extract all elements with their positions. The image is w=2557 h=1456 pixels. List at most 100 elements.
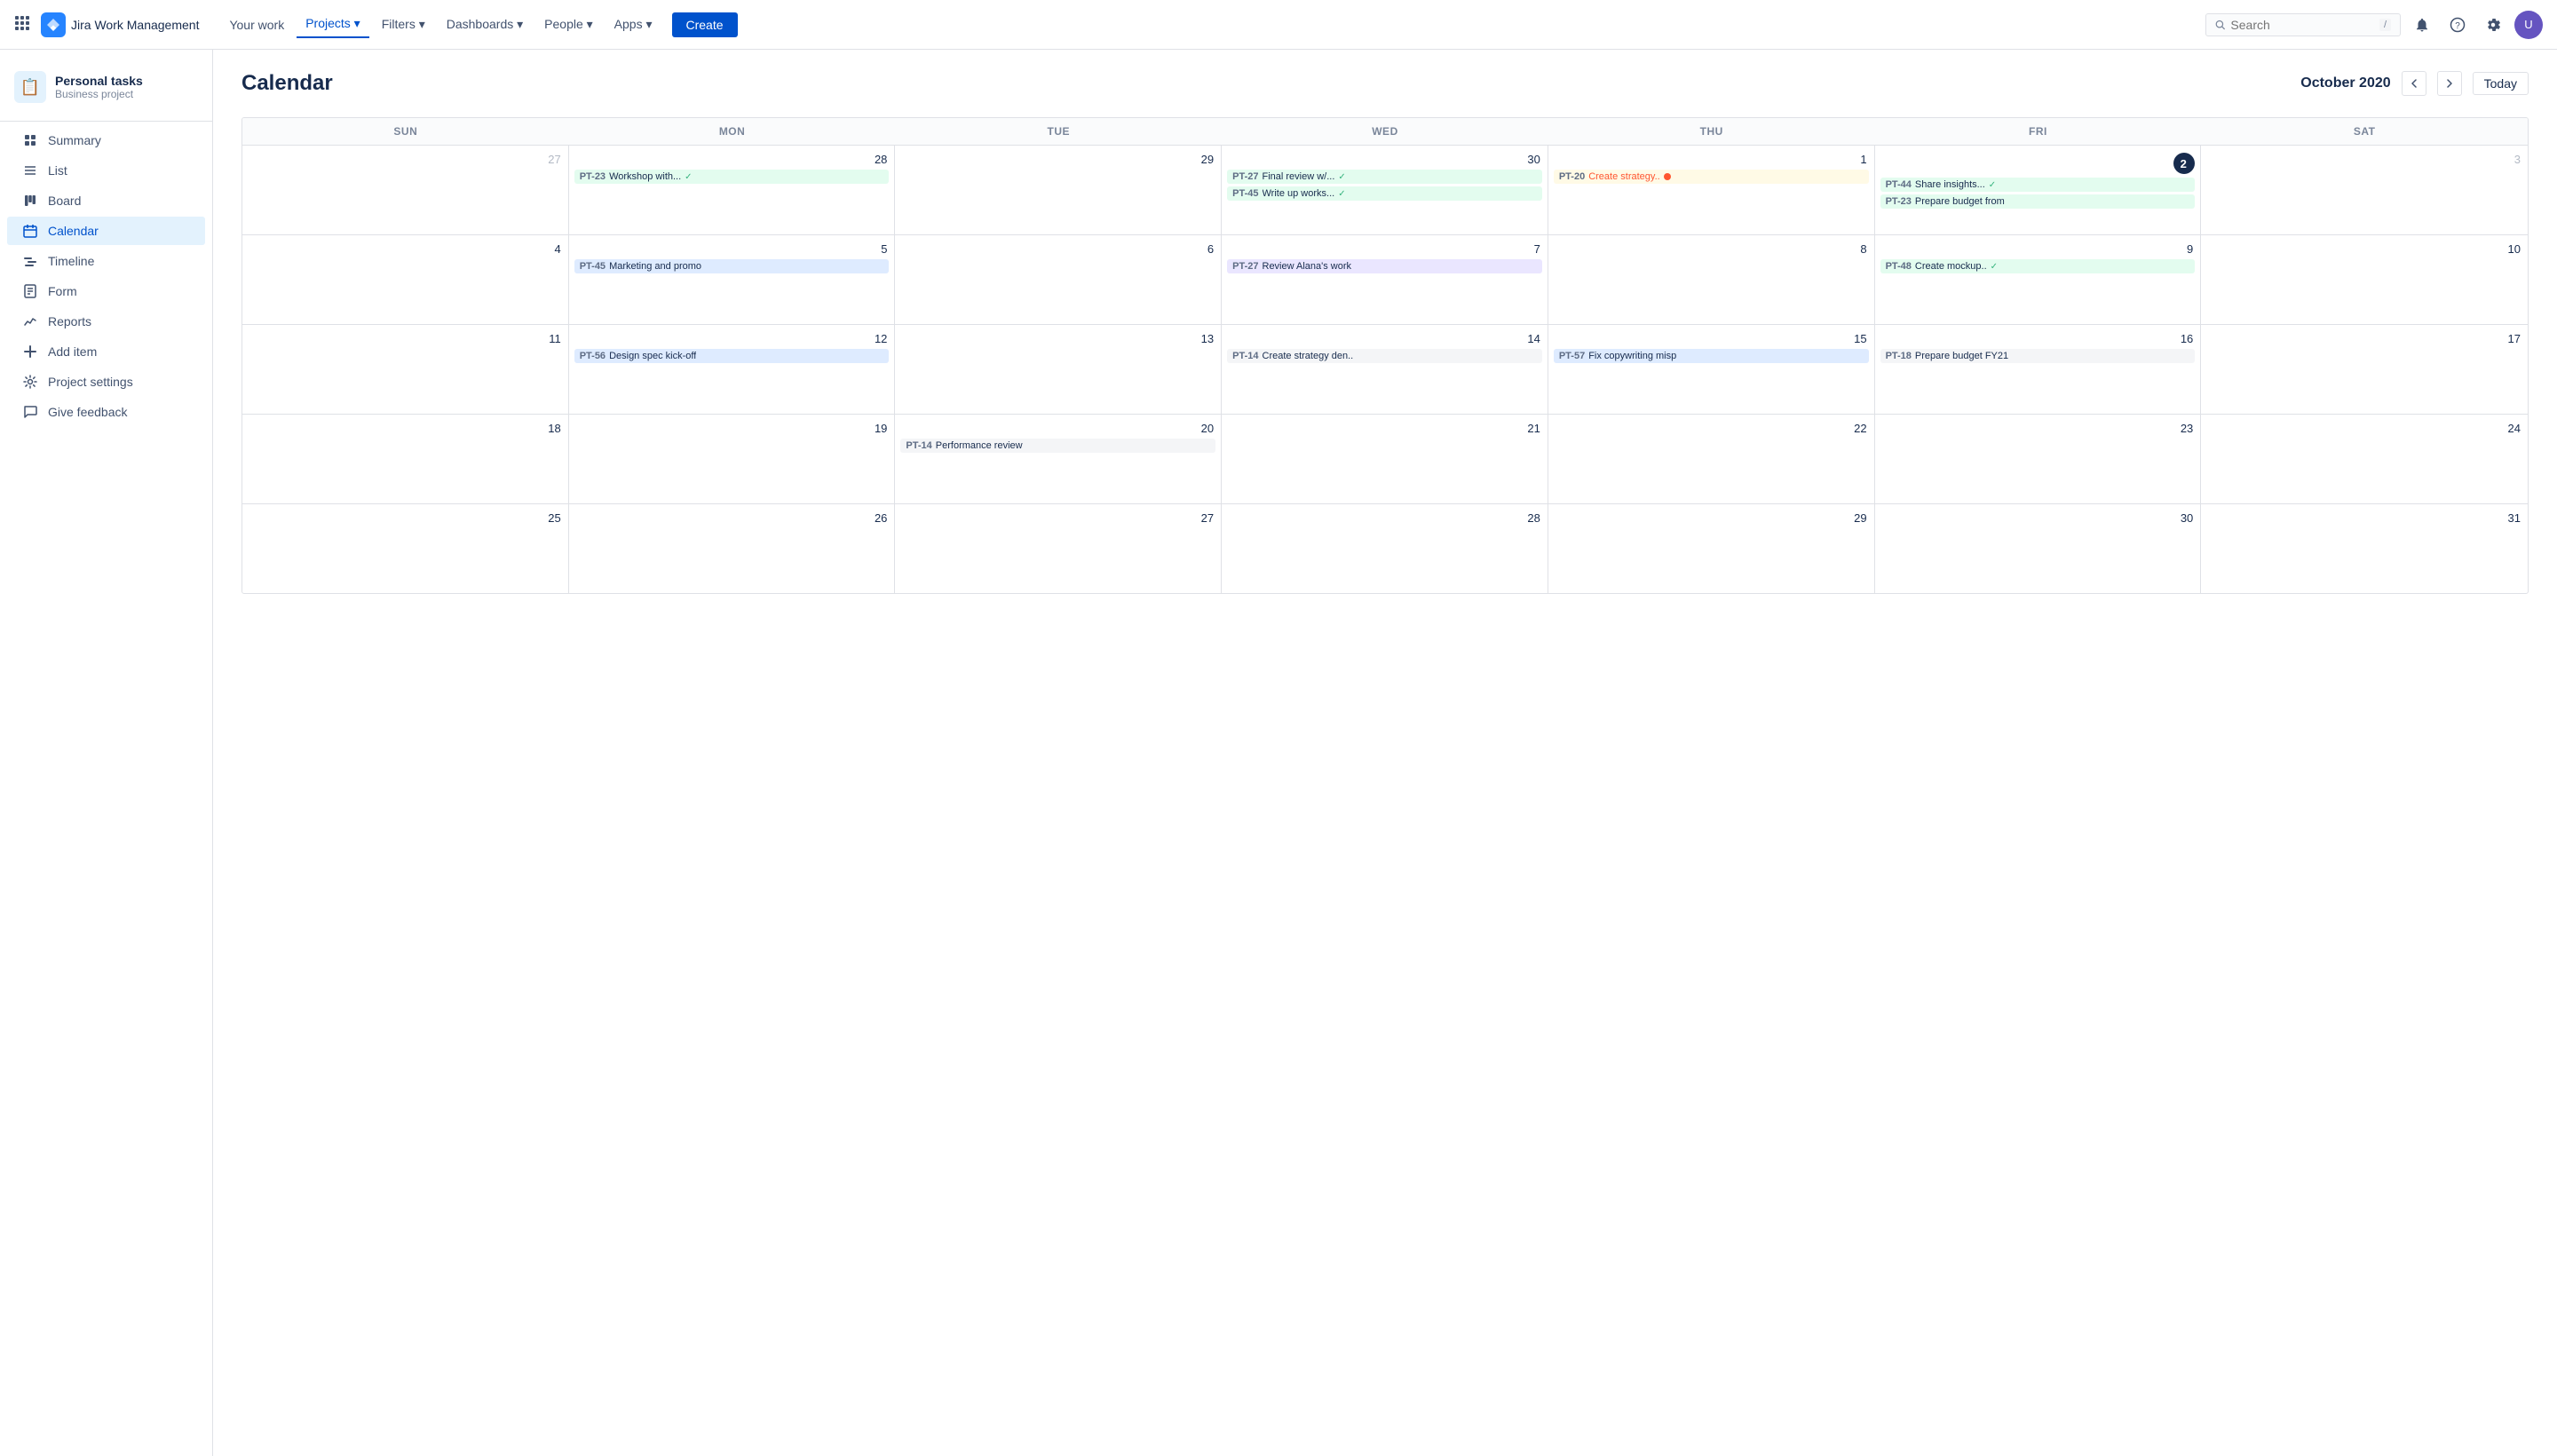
calendar-cell-0-2[interactable]: 29 [895,146,1222,234]
calendar-cell-4-1[interactable]: 26 [569,504,896,593]
search-shortcut: / [2379,19,2391,31]
timeline-icon [21,254,39,268]
prev-month-button[interactable] [2402,71,2426,96]
sidebar-item-add-item[interactable]: Add item [7,337,205,366]
event-pill-0-3-1[interactable]: PT-45Write up works...✓ [1227,186,1542,201]
calendar-cell-3-5[interactable]: 23 [1875,415,2202,503]
event-pill-0-3-0[interactable]: PT-27Final review w/...✓ [1227,170,1542,184]
calendar-cell-1-4[interactable]: 8 [1548,235,1875,324]
calendar-cell-0-1[interactable]: 28PT-23Workshop with...✓ [569,146,896,234]
grid-icon[interactable] [14,15,30,34]
calendar-cell-1-1[interactable]: 5PT-45Marketing and promo [569,235,896,324]
top-navigation: Your work Projects ▾ Filters ▾ Dashboard… [220,11,2198,38]
user-avatar[interactable]: U [2514,11,2543,39]
sidebar-item-list[interactable]: List [7,156,205,185]
calendar-cell-4-4[interactable]: 29 [1548,504,1875,593]
calendar-cell-3-1[interactable]: 19 [569,415,896,503]
event-pill-2-1-0[interactable]: PT-56Design spec kick-off [574,349,890,363]
event-pill-2-5-0[interactable]: PT-18Prepare budget FY21 [1880,349,2196,363]
event-pill-2-4-0[interactable]: PT-57Fix copywriting misp [1554,349,1869,363]
calendar-cell-3-6[interactable]: 24 [2201,415,2528,503]
create-button[interactable]: Create [672,12,738,37]
calendar-cell-4-6[interactable]: 31 [2201,504,2528,593]
reports-icon [21,314,39,328]
calendar-cell-1-2[interactable]: 6 [895,235,1222,324]
event-pill-2-3-0[interactable]: PT-14Create strategy den.. [1227,349,1542,363]
check-icon: ✓ [1338,172,1345,182]
cell-date-1-6: 10 [2206,242,2522,256]
sidebar-item-calendar[interactable]: Calendar [7,217,205,245]
sidebar-item-summary[interactable]: Summary [7,126,205,154]
settings-button[interactable] [2479,11,2507,39]
next-month-button[interactable] [2437,71,2462,96]
calendar-cell-2-4[interactable]: 15PT-57Fix copywriting misp [1548,325,1875,414]
cell-date-0-5: 2 [2173,153,2195,174]
cell-date-1-0: 4 [248,242,563,256]
sidebar-item-project-settings[interactable]: Project settings [7,368,205,396]
calendar-cell-2-5[interactable]: 16PT-18Prepare budget FY21 [1875,325,2202,414]
project-type: Business project [55,88,143,100]
nav-filters[interactable]: Filters ▾ [373,12,434,37]
calendar-cell-2-1[interactable]: 12 PT-56Design spec kick-off [569,325,896,414]
calendar-cell-1-5[interactable]: 9PT-48Create mockup..✓ [1875,235,2202,324]
event-pill-3-2-0[interactable]: PT-14Performance review [900,439,1215,453]
calendar-cell-0-5[interactable]: 2 PT-44Share insights...✓ PT-23Prepare bud… [1875,146,2202,234]
sidebar-project: 📋 Personal tasks Business project [0,64,212,117]
check-icon: ✓ [1338,189,1345,199]
sidebar-item-reports[interactable]: Reports [7,307,205,336]
calendar-cell-0-6[interactable]: 3 [2201,146,2528,234]
sidebar-item-board[interactable]: Board [7,186,205,215]
sidebar-item-give-feedback[interactable]: Give feedback [7,398,205,426]
sidebar-item-form[interactable]: Form [7,277,205,305]
nav-projects[interactable]: Projects ▾ [297,11,369,38]
calendar-cell-1-6[interactable]: 10 [2201,235,2528,324]
calendar-cell-2-2[interactable]: 13 [895,325,1222,414]
sidebar-item-form-label: Form [48,284,77,298]
calendar-cell-0-3[interactable]: 30PT-27Final review w/...✓PT-45Write up … [1222,146,1548,234]
calendar-cell-2-3[interactable]: 14 PT-14Create strategy den.. [1222,325,1548,414]
today-button[interactable]: Today [2473,72,2529,95]
calendar-cell-3-3[interactable]: 21 [1222,415,1548,503]
event-pill-0-1-0[interactable]: PT-23Workshop with...✓ [574,170,890,184]
calendar-cell-4-5[interactable]: 30 [1875,504,2202,593]
sidebar-item-timeline[interactable]: Timeline [7,247,205,275]
calendar-cell-4-2[interactable]: 27 [895,504,1222,593]
calendar-cell-3-0[interactable]: 18 [242,415,569,503]
calendar-cell-2-0[interactable]: 11 [242,325,569,414]
topnav-right: / ? U [2205,11,2543,39]
search-box[interactable]: / [2205,13,2401,36]
event-pill-0-5-1[interactable]: PT-23Prepare budget from [1880,194,2196,209]
cell-date-2-1: 12 [574,332,890,345]
cell-date-2-3: 14 [1227,332,1542,345]
overdue-dot [1664,173,1671,180]
help-button[interactable]: ? [2443,11,2472,39]
form-icon [21,284,39,298]
event-pill-1-3-0[interactable]: PT-27Review Alana's work [1227,259,1542,273]
nav-apps[interactable]: Apps ▾ [606,12,661,37]
event-pill-1-1-0[interactable]: PT-45Marketing and promo [574,259,890,273]
nav-people[interactable]: People ▾ [535,12,602,37]
calendar-cell-3-4[interactable]: 22 [1548,415,1875,503]
project-info: Personal tasks Business project [55,74,143,100]
calendar-cell-1-0[interactable]: 4 [242,235,569,324]
app-logo[interactable]: Jira Work Management [41,12,199,37]
calendar-cell-0-4[interactable]: 1PT-20Create strategy.. [1548,146,1875,234]
chevron-left-icon [2410,79,2418,88]
calendar-cell-0-0[interactable]: 27 [242,146,569,234]
cell-date-1-2: 6 [900,242,1215,256]
event-pill-0-5-0[interactable]: PT-44Share insights...✓ [1880,178,2196,192]
project-settings-icon [21,375,39,389]
search-input[interactable] [2230,18,2374,32]
calendar-cell-2-6[interactable]: 17 [2201,325,2528,414]
calendar-cell-4-3[interactable]: 28 [1222,504,1548,593]
calendar-cell-3-2[interactable]: 20PT-14Performance review [895,415,1222,503]
calendar-cell-4-0[interactable]: 25 [242,504,569,593]
calendar-cell-1-3[interactable]: 7 PT-27Review Alana's work [1222,235,1548,324]
event-pill-0-4-0[interactable]: PT-20Create strategy.. [1554,170,1869,184]
event-pill-1-5-0[interactable]: PT-48Create mockup..✓ [1880,259,2196,273]
notifications-button[interactable] [2408,11,2436,39]
nav-dashboards[interactable]: Dashboards ▾ [438,12,532,37]
cell-date-1-3: 7 [1227,242,1542,256]
nav-your-work[interactable]: Your work [220,12,293,37]
give-feedback-icon [21,405,39,419]
